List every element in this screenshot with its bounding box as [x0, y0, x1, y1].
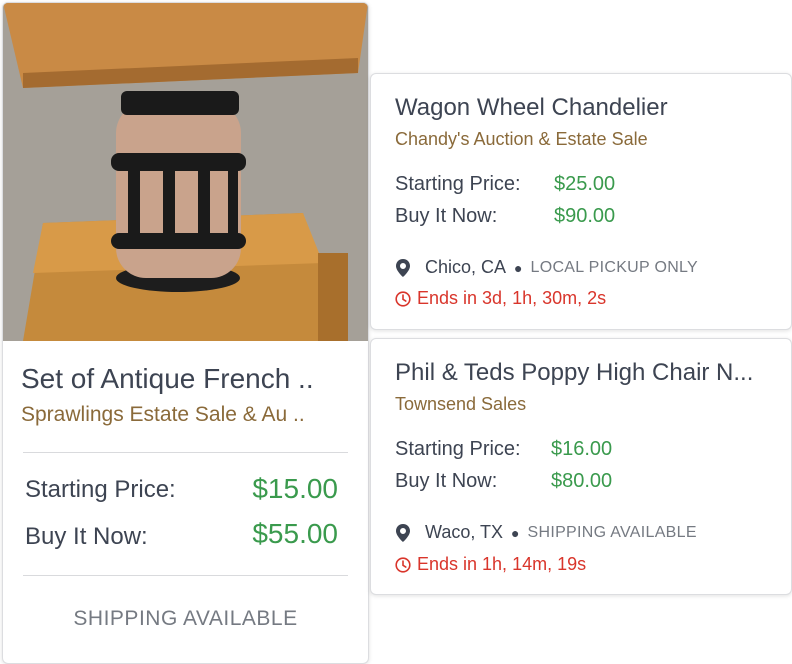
starting-price-label: Starting Price: — [395, 438, 521, 460]
starting-price-value: $16.00 — [551, 438, 613, 460]
buy-now-value: $80.00 — [551, 470, 613, 492]
clock-icon — [395, 556, 411, 573]
location-row: Chico, CA ● LOCAL PICKUP ONLY — [395, 257, 698, 278]
buy-now-value: $55.00 — [252, 518, 338, 549]
buy-now-label: Buy It Now: — [395, 470, 498, 492]
starting-price-value: $25.00 — [554, 173, 616, 195]
listing-card-wagon[interactable]: Wagon Wheel Chandelier Chandy's Auction … — [370, 73, 792, 330]
buy-now-label: Buy It Now: — [395, 205, 498, 227]
clock-icon — [395, 290, 411, 307]
ends-text: Ends in 1h, 14m, 19s — [417, 554, 587, 574]
map-pin-icon — [396, 523, 410, 542]
starting-price-value: $15.00 — [252, 473, 338, 504]
ends-row: Ends in 3d, 1h, 30m, 2s — [395, 288, 606, 309]
listing-card-chair[interactable]: Phil & Teds Poppy High Chair N... Townse… — [370, 338, 792, 595]
listing-title[interactable]: Wagon Wheel Chandelier — [395, 94, 668, 122]
listing-seller[interactable]: Townsend Sales — [395, 394, 526, 415]
map-pin-icon — [396, 258, 410, 277]
buy-now-value: $90.00 — [554, 205, 616, 227]
ends-text: Ends in 3d, 1h, 30m, 2s — [417, 288, 607, 308]
buy-now-label: Buy It Now: — [25, 523, 148, 550]
shipping-badge: LOCAL PICKUP ONLY — [530, 258, 699, 276]
separator-dot: ● — [514, 259, 523, 276]
listing-title[interactable]: Phil & Teds Poppy High Chair N... — [395, 359, 753, 387]
divider — [23, 452, 348, 453]
starting-price-label: Starting Price: — [25, 476, 176, 503]
starting-price-label: Starting Price: — [395, 173, 521, 195]
listing-photo-lamp[interactable] — [3, 3, 368, 341]
listing-card-french[interactable]: Set of Antique French .. Sprawlings Esta… — [2, 2, 369, 664]
divider — [23, 575, 348, 576]
location-text: Waco, TX — [425, 522, 504, 542]
shipping-badge: SHIPPING AVAILABLE — [527, 523, 697, 541]
shipping-badge: SHIPPING AVAILABLE — [73, 607, 298, 630]
listing-title[interactable]: Set of Antique French .. — [21, 363, 314, 395]
separator-dot: ● — [511, 524, 520, 541]
listing-seller[interactable]: Chandy's Auction & Estate Sale — [395, 129, 648, 150]
listing-seller[interactable]: Sprawlings Estate Sale & Au .. — [21, 403, 305, 427]
location-text: Chico, CA — [425, 257, 507, 277]
ends-row: Ends in 1h, 14m, 19s — [395, 554, 586, 575]
location-row: Waco, TX ● SHIPPING AVAILABLE — [395, 522, 697, 543]
